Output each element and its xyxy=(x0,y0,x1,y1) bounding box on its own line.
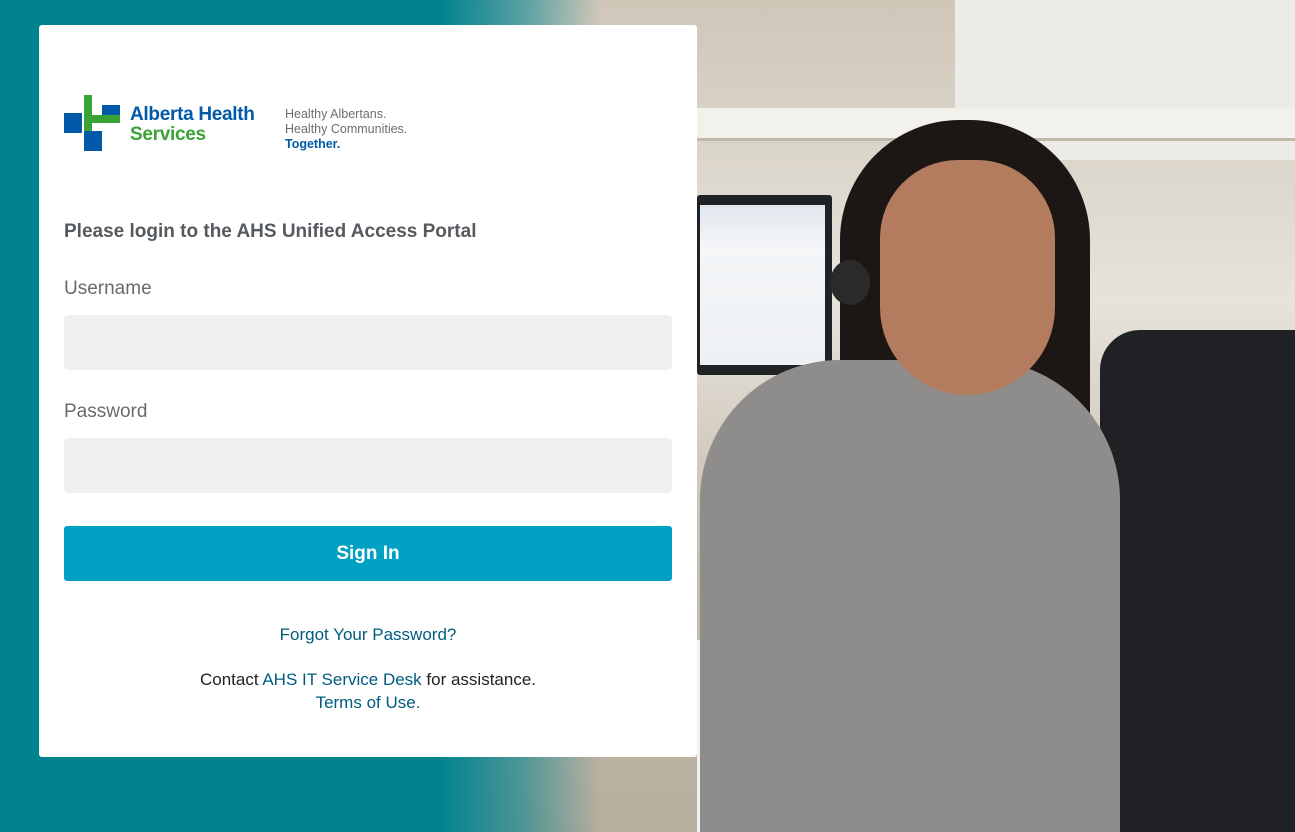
person-sweater xyxy=(700,360,1120,832)
contact-text: Contact AHS IT Service Desk for assistan… xyxy=(39,670,697,690)
password-label: Password xyxy=(64,401,148,422)
contact-suffix: for assistance. xyxy=(421,670,537,689)
photo-chair xyxy=(1100,330,1295,832)
it-service-desk-link[interactable]: AHS IT Service Desk xyxy=(262,670,421,689)
sign-in-button[interactable]: Sign In xyxy=(64,526,672,581)
ahs-cross-logo-icon xyxy=(64,95,120,151)
terms-text: Terms of Use. xyxy=(39,693,697,713)
photo-monitor-screen xyxy=(700,205,825,365)
terms-of-use-link[interactable]: Terms of Use xyxy=(316,693,416,712)
person-face xyxy=(880,160,1055,395)
headset-icon xyxy=(830,260,870,305)
tagline-line2: Healthy Communities. xyxy=(285,122,408,136)
logo-name-line1: Alberta Health xyxy=(130,104,255,125)
ahs-logo: Alberta Health Services Healthy Albertan… xyxy=(64,95,424,155)
username-input[interactable] xyxy=(64,315,672,370)
login-heading: Please login to the AHS Unified Access P… xyxy=(64,221,477,242)
terms-suffix: . xyxy=(415,693,421,712)
logo-tagline: Healthy Albertans. Healthy Communities. … xyxy=(285,107,407,152)
username-label: Username xyxy=(64,278,152,299)
password-input[interactable] xyxy=(64,438,672,493)
contact-prefix: Contact xyxy=(199,670,263,689)
forgot-password-link[interactable]: Forgot Your Password? xyxy=(39,625,697,645)
tagline-line1: Healthy Albertans. xyxy=(285,107,387,121)
photo-person xyxy=(700,120,1120,832)
logo-name-line2: Services xyxy=(130,124,206,145)
ahs-logo-name: Alberta Health Services xyxy=(130,105,255,145)
login-card: Alberta Health Services Healthy Albertan… xyxy=(39,25,697,757)
login-page: Alberta Health Services Healthy Albertan… xyxy=(0,0,1295,832)
tagline-line3: Together. xyxy=(285,137,341,151)
